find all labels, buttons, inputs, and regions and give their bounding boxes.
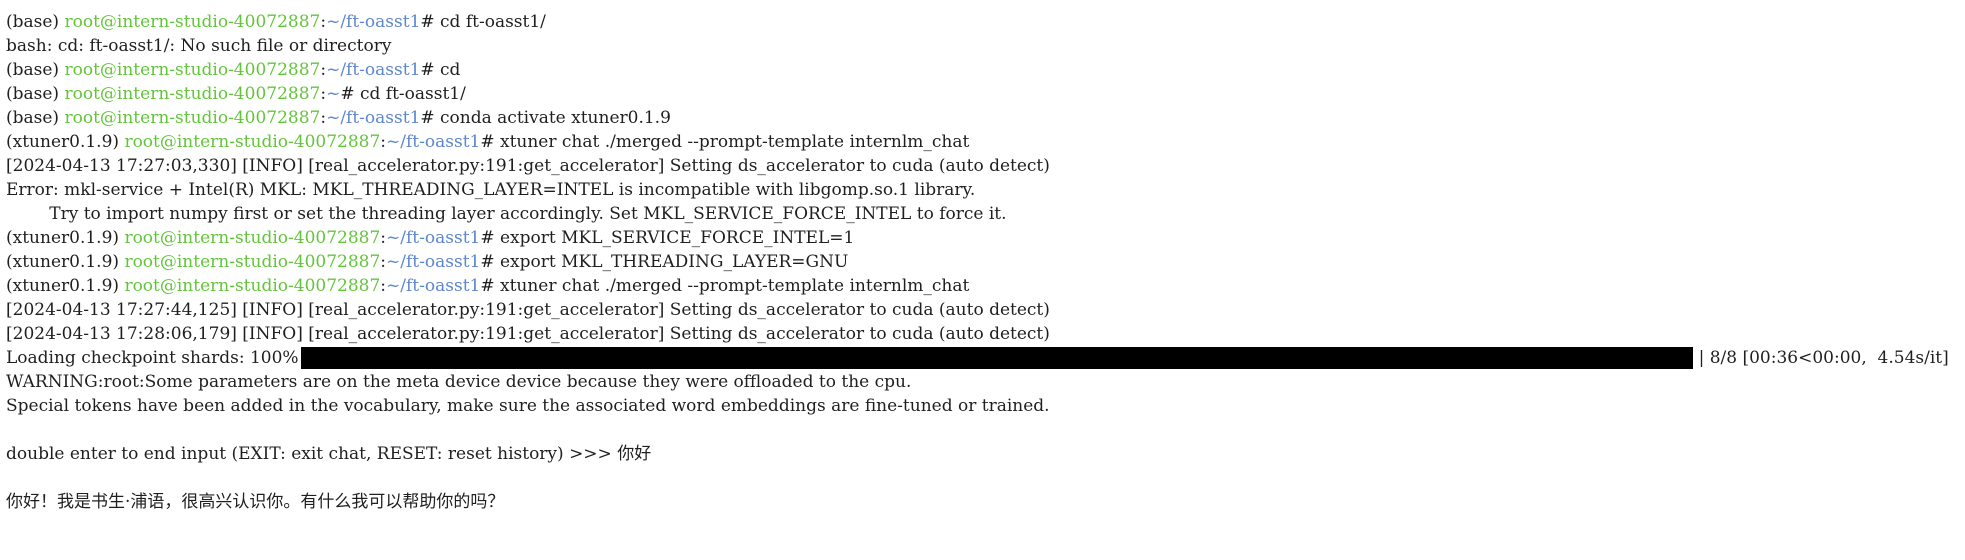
terminal-window: (base) root@intern-studio-40072887:~/ft-…	[0, 0, 1965, 560]
command-text: # xtuner chat ./merged --prompt-template…	[480, 276, 970, 296]
terminal-line: (base) root@intern-studio-40072887:~# cd…	[6, 82, 1965, 106]
checkpoint-progress-line: Loading checkpoint shards: 100% | 8/8 [0…	[6, 346, 1965, 370]
prompt-user: root@intern-studio-40072887	[64, 12, 321, 32]
command-text: # cd	[420, 60, 461, 80]
prompt-path: ~/ft-oasst1	[386, 252, 481, 272]
command-text: # conda activate xtuner0.1.9	[420, 108, 671, 128]
prompt-path: ~/ft-oasst1	[386, 228, 481, 248]
progress-label: Loading checkpoint shards: 100%	[6, 348, 299, 368]
output-line: [2024-04-13 17:27:03,330] [INFO] [real_a…	[6, 156, 1050, 176]
prompt-user: root@intern-studio-40072887	[64, 60, 321, 80]
command-text: # export MKL_SERVICE_FORCE_INTEL=1	[480, 228, 855, 248]
terminal-line: (xtuner0.1.9) root@intern-studio-4007288…	[6, 274, 1965, 298]
command-text: # export MKL_THREADING_LAYER=GNU	[480, 252, 849, 272]
command-text: # cd ft-oasst1/	[420, 12, 546, 32]
prompt-path: ~/ft-oasst1	[386, 132, 481, 152]
prompt-user: root@intern-studio-40072887	[124, 228, 381, 248]
chat-response-line: 你好！我是书生·浦语，很高兴认识你。有什么我可以帮助你的吗？	[6, 492, 505, 512]
prompt-user: root@intern-studio-40072887	[64, 108, 321, 128]
chat-prompt-line[interactable]: double enter to end input (EXIT: exit ch…	[6, 442, 1965, 466]
prompt-path: ~/ft-oasst1	[326, 60, 421, 80]
env-prefix: (xtuner0.1.9)	[6, 228, 125, 248]
prompt-user: root@intern-studio-40072887	[124, 252, 381, 272]
prompt-user: root@intern-studio-40072887	[124, 132, 381, 152]
command-text: # cd ft-oasst1/	[340, 84, 466, 104]
prompt-user: root@intern-studio-40072887	[64, 84, 321, 104]
warning-line: WARNING:root:Some parameters are on the …	[6, 372, 912, 392]
env-prefix: (base)	[6, 108, 65, 128]
progress-bar	[300, 347, 1693, 369]
env-prefix: (xtuner0.1.9)	[6, 252, 125, 272]
env-prefix: (base)	[6, 60, 65, 80]
output-line: Try to import numpy first or set the thr…	[6, 204, 1007, 224]
terminal-line: (xtuner0.1.9) root@intern-studio-4007288…	[6, 226, 1965, 250]
env-prefix: (base)	[6, 84, 65, 104]
prompt-user: root@intern-studio-40072887	[124, 276, 381, 296]
output-line: bash: cd: ft-oasst1/: No such file or di…	[6, 36, 392, 56]
terminal-line: (base) root@intern-studio-40072887:~/ft-…	[6, 106, 1965, 130]
env-prefix: (xtuner0.1.9)	[6, 132, 125, 152]
progress-status: | 8/8 [00:36<00:00, 4.54s/it]	[1698, 348, 1949, 368]
terminal-line: (base) root@intern-studio-40072887:~/ft-…	[6, 58, 1965, 82]
terminal-line: (xtuner0.1.9) root@intern-studio-4007288…	[6, 130, 1965, 154]
output-line: Special tokens have been added in the vo…	[6, 396, 1050, 416]
output-line: [2024-04-13 17:28:06,179] [INFO] [real_a…	[6, 324, 1050, 344]
prompt-path: ~	[326, 84, 341, 104]
terminal-line: (base) root@intern-studio-40072887:~/ft-…	[6, 10, 1965, 34]
prompt-path: ~/ft-oasst1	[326, 12, 421, 32]
command-text: # xtuner chat ./merged --prompt-template…	[480, 132, 970, 152]
prompt-path: ~/ft-oasst1	[386, 276, 481, 296]
output-line: [2024-04-13 17:27:44,125] [INFO] [real_a…	[6, 300, 1050, 320]
env-prefix: (base)	[6, 12, 65, 32]
prompt-path: ~/ft-oasst1	[326, 108, 421, 128]
env-prefix: (xtuner0.1.9)	[6, 276, 125, 296]
terminal-line: (xtuner0.1.9) root@intern-studio-4007288…	[6, 250, 1965, 274]
output-line: Error: mkl-service + Intel(R) MKL: MKL_T…	[6, 180, 976, 200]
